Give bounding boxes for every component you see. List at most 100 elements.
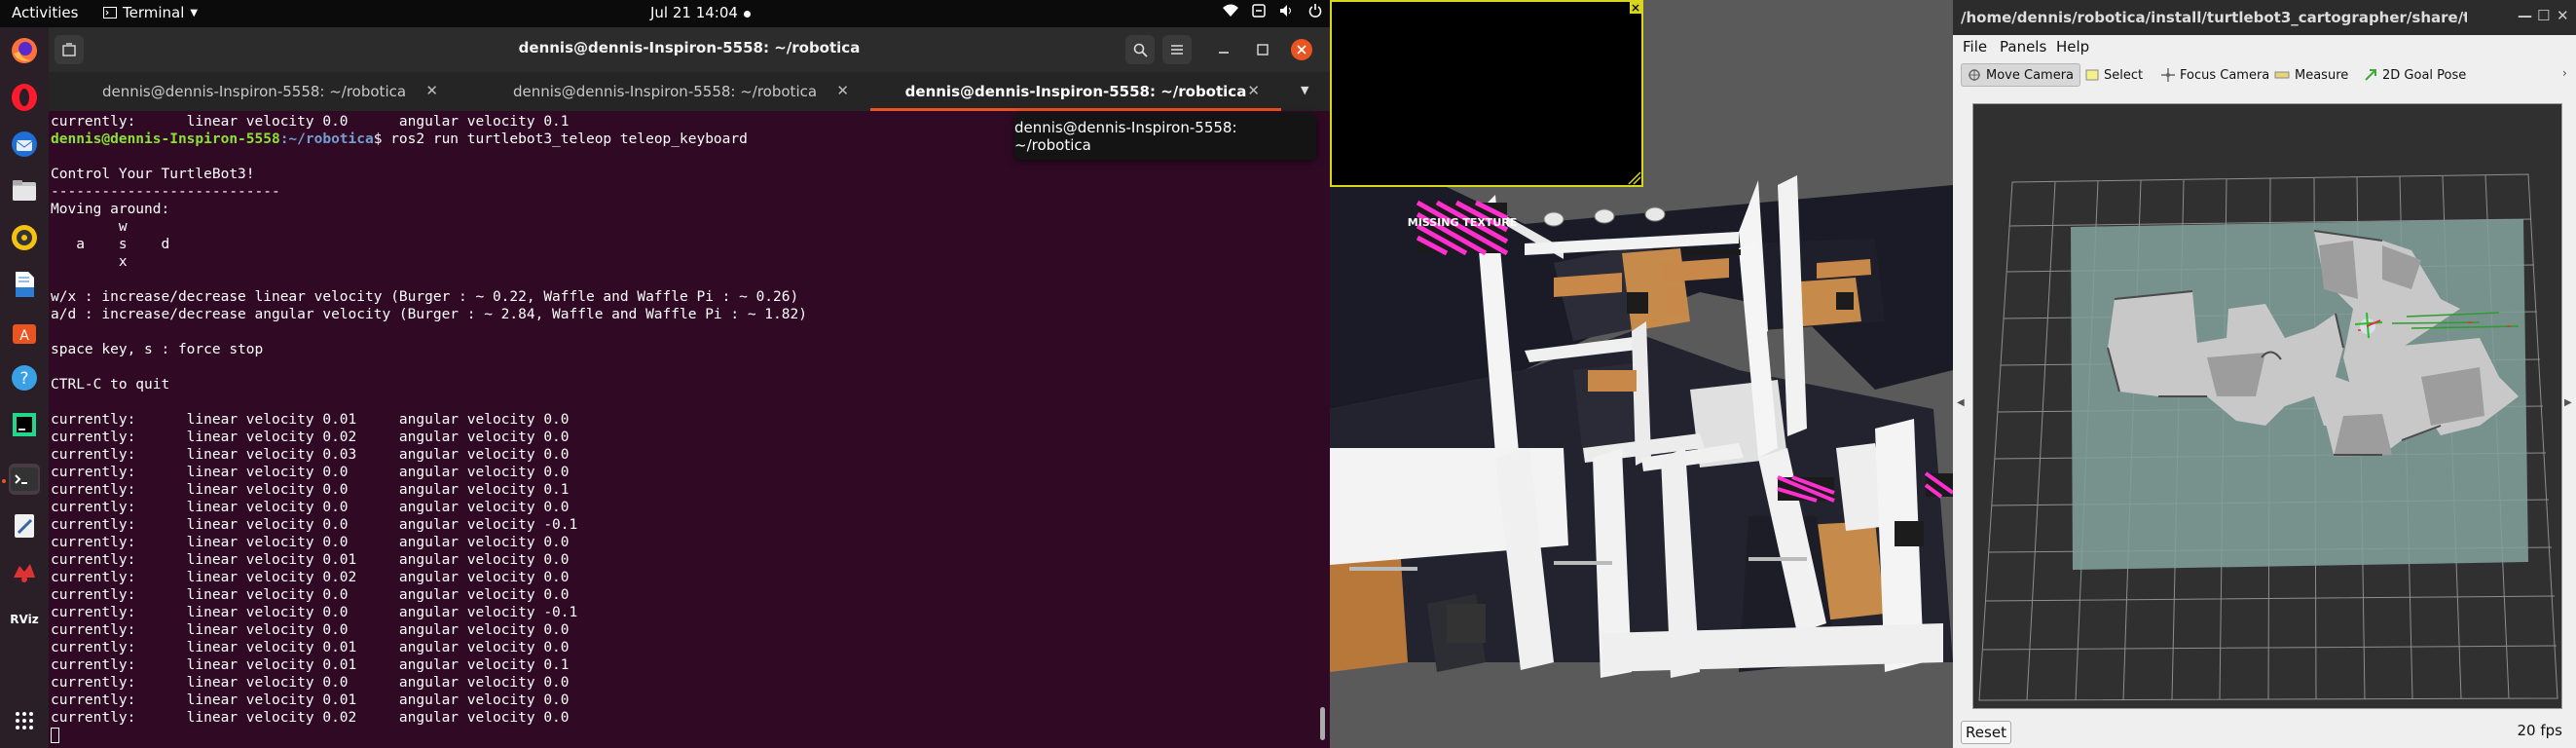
app-center-icon[interactable]: A (9, 316, 40, 347)
menu-file[interactable]: File (1963, 38, 1987, 56)
rviz-3d-render-panel[interactable] (1972, 103, 2562, 709)
maximize-icon (1257, 44, 1269, 56)
search-button[interactable] (1125, 35, 1155, 64)
focus-camera-label: Focus Camera (2180, 67, 2270, 83)
help-line: a/d : increase/decrease angular velocity… (51, 307, 807, 322)
status-bar: Reset 20 fps (1953, 717, 2576, 748)
hamburger-icon (1171, 45, 1183, 55)
toolbar-overflow-icon[interactable]: › (2562, 66, 2567, 80)
help-icon[interactable]: ? (9, 362, 40, 393)
activities-button[interactable]: Activities (12, 4, 78, 21)
svg-text:?: ? (19, 369, 28, 389)
cursor-line (51, 727, 1316, 744)
terminal-icon[interactable] (9, 464, 40, 495)
rhythmbox-icon[interactable] (9, 222, 40, 253)
minimize-icon (1219, 52, 1229, 54)
system-tray[interactable]: ▼ (1223, 4, 1343, 18)
select-label: Select (2104, 67, 2144, 83)
velocity-status-line: currently: linear velocity 0.0 angular v… (51, 465, 570, 480)
menu-help[interactable]: Help (2056, 38, 2089, 56)
help-line (51, 271, 1316, 288)
help-line: w/x : increase/decrease linear velocity … (51, 289, 799, 305)
missing-texture-patch (1777, 475, 1835, 503)
tab-bar: dennis@dennis-Inspiron-5558: ~/robotica … (49, 72, 1330, 111)
text-editor-icon[interactable] (9, 510, 40, 542)
gazebo-3d-view[interactable]: MISSING TEXTURE (1330, 0, 1953, 748)
velocity-status-line: currently: linear velocity 0.0 angular v… (51, 605, 578, 620)
velocity-status-line: currently: linear velocity 0.01 angular … (51, 552, 570, 568)
close-icon (1297, 45, 1306, 55)
prompt-user: dennis@dennis-Inspiron-5558 (51, 131, 280, 147)
rviz-icon[interactable]: RViz (9, 604, 40, 635)
velocity-status-line: currently: linear velocity 0.0 angular v… (51, 675, 570, 691)
focus-camera-icon (2161, 68, 2175, 82)
maximize-icon[interactable]: ☐ (2537, 7, 2550, 24)
terminal-window[interactable]: dennis@dennis-Inspiron-5558: ~/robotica … (49, 27, 1330, 748)
velocity-status-line: currently: linear velocity 0.0 angular v… (51, 517, 578, 533)
resize-grip-icon[interactable] (1628, 171, 1641, 185)
velocity-status-line: currently: linear velocity 0.01 angular … (51, 657, 570, 673)
minimize-button[interactable] (1209, 35, 1238, 64)
firefox-icon[interactable] (9, 35, 40, 66)
terminal-tab-1[interactable]: dennis@dennis-Inspiron-5558: ~/robotica … (49, 72, 460, 111)
rviz-window[interactable]: /home/dennis/robotica/install/turtlebot3… (1953, 0, 2576, 748)
wifi-icon (1223, 4, 1238, 17)
help-line: a s d (51, 237, 170, 252)
terminal-tab-3-active[interactable]: dennis@dennis-Inspiron-5558: ~/robotica … (870, 72, 1281, 111)
left-dock-collapse-icon[interactable]: ◀ (1957, 397, 1965, 408)
right-dock-collapse-icon[interactable]: ▶ (2564, 397, 2572, 408)
velocity-status-line: currently: linear velocity 0.0 angular v… (51, 500, 570, 515)
tools-toolbar: Move Camera Select Focus Camera Measure … (1953, 60, 2576, 90)
terminal-output[interactable]: currently: linear velocity 0.0 angular v… (51, 113, 1316, 744)
svg-text:A: A (19, 328, 29, 344)
velocity-status-line: currently: linear velocity 0.01 angular … (51, 412, 570, 428)
velocity-status-line: currently: linear velocity 0.0 angular v… (51, 482, 570, 498)
terminal-tab-2[interactable]: dennis@dennis-Inspiron-5558: ~/robotica … (460, 72, 870, 111)
prompt-path: :~/robotica (279, 131, 374, 147)
files-icon[interactable] (9, 175, 40, 206)
command-text: $ ros2 run turtlebot3_teleop teleop_keyb… (373, 131, 748, 147)
power-icon (1308, 4, 1322, 18)
close-icon[interactable] (1630, 2, 1641, 14)
select-tool[interactable]: Select (2079, 63, 2149, 87)
missing-texture-patch (1924, 471, 1953, 499)
measure-icon (2274, 71, 2290, 79)
move-camera-tool[interactable]: Move Camera (1961, 63, 2081, 87)
tab-label: dennis@dennis-Inspiron-5558: ~/robotica (904, 83, 1247, 100)
close-icon[interactable]: ✕ (1247, 82, 1260, 99)
velocity-status-line: currently: linear velocity 0.0 angular v… (51, 535, 570, 550)
help-line: w (51, 219, 128, 235)
reset-button[interactable]: Reset (1961, 721, 2011, 744)
2d-goal-pose-tool[interactable]: 2D Goal Pose (2358, 63, 2472, 87)
measure-label: Measure (2295, 67, 2349, 83)
maximize-button[interactable] (1248, 35, 1277, 64)
help-line: x (51, 254, 128, 270)
close-button[interactable] (1291, 39, 1312, 60)
show-apps-icon[interactable] (9, 705, 40, 736)
search-icon (1133, 43, 1148, 57)
tabs-overflow-chevron-icon[interactable]: ▼ (1301, 84, 1308, 96)
libreoffice-writer-icon[interactable] (9, 269, 40, 300)
menu-panels[interactable]: Panels (2000, 38, 2046, 56)
image-view-window[interactable] (1330, 0, 1643, 187)
close-icon[interactable]: ✕ (2557, 7, 2569, 24)
close-icon[interactable]: ✕ (425, 82, 438, 99)
thunderbird-icon[interactable] (9, 129, 40, 160)
measure-tool[interactable]: Measure (2268, 63, 2354, 87)
notification-dot (744, 11, 751, 18)
scrollbar[interactable] (1320, 707, 1325, 740)
focus-camera-tool[interactable]: Focus Camera (2155, 63, 2275, 87)
gazebo-icon[interactable] (9, 557, 40, 588)
opera-icon[interactable] (9, 82, 40, 113)
close-icon[interactable]: ✕ (836, 82, 849, 99)
tab-tooltip: dennis@dennis-Inspiron-5558: ~/robotica (1014, 113, 1316, 160)
velocity-status-line: currently: linear velocity 0.0 angular v… (51, 622, 570, 638)
velocity-status-line: currently: linear velocity 0.01 angular … (51, 692, 570, 708)
velocity-status-line: currently: linear velocity 0.03 angular … (51, 447, 570, 463)
app-menu[interactable]: Terminal ▼ (103, 4, 198, 21)
pycharm-icon[interactable] (9, 409, 40, 440)
terminal-icon (103, 7, 117, 19)
menu-button[interactable] (1162, 35, 1192, 64)
minimize-icon[interactable]: — (2518, 7, 2532, 24)
clock[interactable]: Jul 21 14:04 (650, 4, 738, 21)
